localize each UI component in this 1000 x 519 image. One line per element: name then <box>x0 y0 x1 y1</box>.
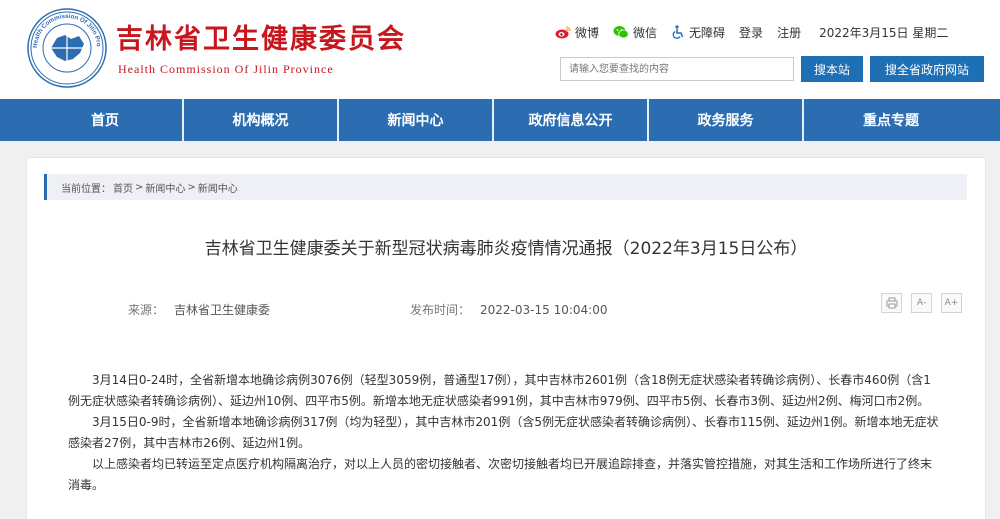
article-paragraph: 3月15日0-9时，全省新增本地确诊病例317例（均为轻型），其中吉林市201例… <box>68 415 939 450</box>
breadcrumb-home[interactable]: 首页 <box>113 180 133 195</box>
accessibility-label: 无障碍 <box>689 25 726 40</box>
wheelchair-icon <box>672 25 684 39</box>
weibo-icon <box>555 26 571 39</box>
top-links: 微博 微信 无障碍 登录 注册 2022年3月15日 星期二 <box>555 22 948 42</box>
nav-item-organization[interactable]: 机构概况 <box>182 99 337 141</box>
health-commission-logo-icon[interactable]: Health Commission Of Jilin Province <box>27 8 107 88</box>
article-paragraph: 3月14日0-24时，全省新增本地确诊病例3076例（轻型3059例，普通型17… <box>68 373 931 408</box>
breadcrumb-separator: > <box>135 181 144 193</box>
breadcrumb-news[interactable]: 新闻中心 <box>145 180 185 195</box>
nav-item-services[interactable]: 政务服务 <box>647 99 802 141</box>
breadcrumb-separator: > <box>187 181 196 193</box>
search-province-button[interactable]: 搜全省政府网站 <box>870 56 984 82</box>
nav-item-gov-info[interactable]: 政府信息公开 <box>492 99 647 141</box>
site-title: 吉林省卫生健康委员会 <box>116 24 406 55</box>
font-smaller-button[interactable]: A- <box>911 293 932 313</box>
wechat-icon <box>613 26 629 39</box>
source-label: 来源： <box>128 303 165 317</box>
article-title: 吉林省卫生健康委关于新型冠状病毒肺炎疫情情况通报（2022年3月15日公布） <box>204 239 808 259</box>
weibo-link[interactable]: 微博 <box>555 24 599 41</box>
accessibility-link[interactable]: 无障碍 <box>671 24 725 41</box>
wechat-link[interactable]: 微信 <box>613 24 657 41</box>
time-label: 发布时间： <box>410 303 471 317</box>
nav-item-news[interactable]: 新闻中心 <box>337 99 492 141</box>
printer-icon <box>886 297 897 309</box>
current-date: 2022年3月15日 星期二 <box>819 25 949 40</box>
site-header: Health Commission Of Jilin Province 吉林省卫… <box>0 0 1000 99</box>
breadcrumb: 当前位置： 首页 > 新闻中心 > 新闻中心 <box>44 174 967 200</box>
article-body: 3月14日0-24时，全省新增本地确诊病例3076例（轻型3059例，普通型17… <box>68 370 940 496</box>
breadcrumb-news-current[interactable]: 新闻中心 <box>198 180 238 195</box>
print-button[interactable] <box>881 293 902 313</box>
source-value: 吉林省卫生健康委 <box>174 303 271 317</box>
register-link[interactable]: 注册 <box>777 24 801 41</box>
nav-item-home[interactable]: 首页 <box>0 99 182 141</box>
site-subtitle: Health Commission Of Jilin Province <box>118 62 334 76</box>
weibo-label: 微博 <box>575 25 600 40</box>
search-input[interactable] <box>560 57 794 81</box>
nav-item-topics[interactable]: 重点专题 <box>802 99 998 141</box>
breadcrumb-label: 当前位置： <box>61 183 111 195</box>
wechat-label: 微信 <box>633 25 658 40</box>
article-time: 发布时间： 2022-03-15 10:04:00 <box>410 301 607 318</box>
font-larger-button[interactable]: A+ <box>941 293 962 313</box>
article-paragraph: 以上感染者均已转运至定点医疗机构隔离治疗，对以上人员的密切接触者、次密切接触者均… <box>68 457 933 492</box>
login-link[interactable]: 登录 <box>739 24 763 41</box>
time-value: 2022-03-15 10:04:00 <box>480 303 608 317</box>
search-site-button[interactable]: 搜本站 <box>801 56 863 82</box>
main-nav: 首页 机构概况 新闻中心 政府信息公开 政务服务 重点专题 <box>0 99 1000 141</box>
article-source: 来源： 吉林省卫生健康委 <box>128 301 270 318</box>
